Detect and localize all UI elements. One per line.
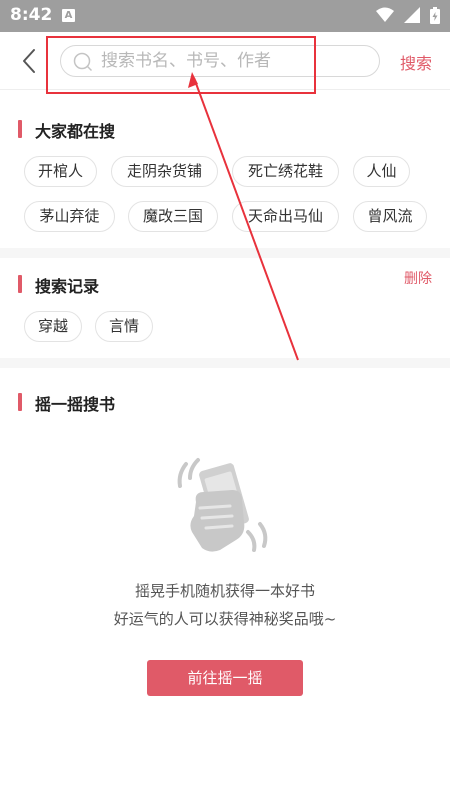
battery-icon	[430, 7, 440, 24]
hot-search-section: 大家都在搜 开棺人 走阴杂货铺 死亡绣花鞋 人仙 茅山弃徒 魔改三国 天命出马仙…	[0, 90, 450, 248]
history-title: 搜索记录	[35, 277, 100, 296]
shake-title: 摇一摇搜书	[35, 395, 116, 414]
history-tag[interactable]: 言情	[95, 311, 153, 342]
title-accent-bar	[18, 275, 22, 293]
signal-icon	[403, 7, 420, 23]
hot-search-title: 大家都在搜	[35, 122, 116, 141]
section-divider	[0, 248, 450, 258]
wifi-icon	[375, 7, 394, 22]
back-button[interactable]	[18, 48, 42, 74]
search-button[interactable]: 搜索	[400, 50, 432, 74]
chevron-left-icon	[23, 49, 35, 73]
search-history-section: 搜索记录 删除 穿越 言情	[0, 258, 450, 358]
hot-search-tag[interactable]: 魔改三国	[128, 201, 218, 232]
hot-search-tag[interactable]: 人仙	[353, 156, 410, 187]
hot-search-tag[interactable]: 茅山弃徒	[24, 201, 115, 232]
status-bar: 8:42 A	[0, 0, 450, 32]
status-time: 8:42	[10, 5, 53, 25]
shake-description-line2: 好运气的人可以获得神秘奖品哦~	[113, 610, 337, 628]
shake-description-line1: 摇晃手机随机获得一本好书	[134, 582, 315, 600]
app-notification-icon: A	[62, 9, 75, 22]
go-shake-button[interactable]: 前往摇一摇	[147, 660, 303, 696]
delete-history-button[interactable]: 删除	[404, 268, 432, 288]
hot-search-tag[interactable]: 天命出马仙	[232, 201, 339, 232]
annotation-highlight-box	[46, 36, 316, 94]
hot-search-tag[interactable]: 死亡绣花鞋	[232, 156, 339, 187]
hot-search-tag[interactable]: 走阴杂货铺	[111, 156, 218, 187]
hot-search-tag[interactable]: 开棺人	[24, 156, 97, 187]
section-divider	[0, 358, 450, 368]
hot-search-tag[interactable]: 曾风流	[353, 201, 427, 232]
title-accent-bar	[18, 393, 22, 411]
status-indicators	[371, 7, 440, 25]
history-tag[interactable]: 穿越	[24, 311, 82, 342]
shake-phone-icon	[177, 458, 268, 552]
title-accent-bar	[18, 120, 22, 138]
